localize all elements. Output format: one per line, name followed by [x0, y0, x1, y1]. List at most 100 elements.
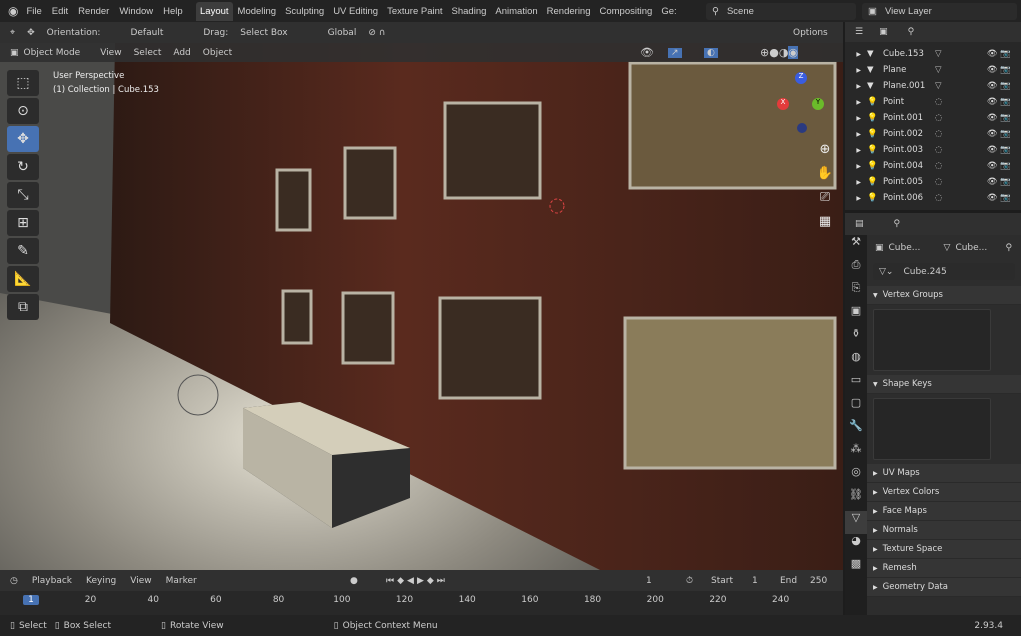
modifier-tab-icon[interactable]: 🔧 [845, 419, 867, 442]
camera-icon[interactable]: ⎚ [815, 186, 835, 210]
eye-icon[interactable]: 👁 [987, 145, 998, 155]
expand-icon[interactable]: ▶ [845, 83, 867, 90]
menu-add[interactable]: Add [173, 48, 190, 58]
render-tab-icon[interactable]: ⎙ [845, 258, 867, 281]
camera-icon[interactable]: 📷 [1000, 161, 1011, 171]
eye-icon[interactable]: 👁 [987, 177, 998, 187]
expand-icon[interactable]: ▶ [845, 195, 867, 202]
tab-rendering[interactable]: Rendering [543, 2, 595, 21]
current-frame-field[interactable]: 1 [646, 576, 652, 586]
collection-tab-icon[interactable]: ▭ [845, 373, 867, 396]
object-name[interactable]: Cube... [889, 243, 944, 253]
zoom-icon[interactable]: ⊕ [815, 138, 835, 162]
vertex-groups-list[interactable] [873, 309, 991, 371]
tool-tab-icon[interactable]: ⚒ [845, 235, 867, 258]
data-name[interactable]: Cube... [955, 243, 1005, 253]
transform-pivot-icon[interactable]: ⌖ [10, 28, 15, 38]
snap-icon[interactable]: ⊘ ∩ [368, 28, 385, 38]
outliner-item[interactable]: ▶ 💡 Point.001 ◌ 👁 📷 [845, 110, 1021, 126]
outliner-item[interactable]: ▶ 💡 Point.003 ◌ 👁 📷 [845, 142, 1021, 158]
record-icon[interactable]: ● [350, 576, 358, 586]
expand-icon[interactable]: ▶ [845, 163, 867, 170]
shape-keys-list[interactable] [873, 398, 991, 460]
particles-tab-icon[interactable]: ⁂ [845, 442, 867, 465]
mode-dropdown[interactable]: Object Mode [24, 48, 81, 58]
camera-icon[interactable]: 📷 [1000, 177, 1011, 187]
tab-layout[interactable]: Layout [196, 1, 233, 21]
search-icon[interactable]: ⚲ [908, 27, 915, 37]
eye-icon[interactable]: 👁 [987, 81, 998, 91]
camera-icon[interactable]: 📷 [1000, 65, 1011, 75]
tab-modeling[interactable]: Modeling [234, 2, 281, 21]
scene-tab-icon[interactable]: ⚱ [845, 327, 867, 350]
overlay-toggle-icon[interactable]: ◐ [704, 47, 718, 58]
filter-icon[interactable]: ▣ [879, 27, 888, 37]
menu-view[interactable]: View [100, 48, 121, 58]
tab-shading[interactable]: Shading [448, 2, 491, 21]
camera-icon[interactable]: 📷 [1000, 193, 1011, 203]
scene-selector[interactable]: ⚲ Scene [706, 3, 856, 20]
cursor-tool-icon[interactable]: ⊙ [7, 98, 39, 124]
output-tab-icon[interactable]: ⎘ [845, 281, 867, 304]
3d-viewport[interactable]: User Perspective (1) Collection | Cube.1… [0, 43, 843, 570]
tab-sculpting[interactable]: Sculpting [281, 2, 328, 21]
eye-icon[interactable]: 👁 [987, 161, 998, 171]
mesh-data-tab-icon[interactable]: ▽ [845, 511, 867, 534]
menu-view[interactable]: View [130, 576, 151, 586]
expand-icon[interactable]: ▶ [845, 147, 867, 154]
menu-object[interactable]: Object [203, 48, 232, 58]
pin-icon[interactable]: ⚲ [1005, 243, 1012, 253]
navigation-gizmo[interactable]: Z X Y [770, 71, 830, 133]
camera-icon[interactable]: 📷 [1000, 97, 1011, 107]
start-frame-field[interactable]: 1 [752, 576, 758, 586]
panel-collapsed[interactable]: ▶ Texture Space [867, 540, 1021, 559]
view-layer-selector[interactable]: ▣ View Layer [862, 3, 1017, 20]
select-tool-icon[interactable]: ⬚ [7, 70, 39, 96]
panel-collapsed[interactable]: ▶ Geometry Data [867, 578, 1021, 597]
outliner-item[interactable]: ▶ ▼ Plane.001 ▽ 👁 📷 [845, 78, 1021, 94]
annotate-tool-icon[interactable]: ✎ [7, 238, 39, 264]
menu-select[interactable]: Select [134, 48, 162, 58]
expand-icon[interactable]: ▶ [845, 51, 867, 58]
world-tab-icon[interactable]: ◍ [845, 350, 867, 373]
material-tab-icon[interactable]: ◕ [845, 534, 867, 557]
options-dropdown[interactable]: Options [793, 28, 828, 38]
menu-keying[interactable]: Keying [86, 576, 116, 586]
outliner-item[interactable]: ▶ 💡 Point.006 ◌ 👁 📷 [845, 190, 1021, 206]
tab-compositing[interactable]: Compositing [596, 2, 657, 21]
panel-collapsed[interactable]: ▶ Face Maps [867, 502, 1021, 521]
display-mode-icon[interactable]: ☰ [855, 27, 863, 37]
outliner-item[interactable]: ▶ ▼ Cube.153 ▽ 👁 📷 [845, 46, 1021, 62]
outliner-item[interactable]: ▶ ▼ Plane ▽ 👁 📷 [845, 62, 1021, 78]
menu-file[interactable]: File [26, 6, 41, 17]
grid-ortho-icon[interactable]: ▦ [815, 210, 835, 234]
menu-edit[interactable]: Edit [52, 6, 68, 17]
stopwatch-icon[interactable]: ⏱ [686, 576, 693, 586]
tab-more[interactable]: Ge: [657, 2, 680, 21]
transform-orientation-dropdown[interactable]: Global [328, 28, 357, 38]
camera-icon[interactable]: 📷 [1000, 113, 1011, 123]
eye-icon[interactable]: 👁 [987, 97, 998, 107]
camera-icon[interactable]: 📷 [1000, 81, 1011, 91]
expand-icon[interactable]: ▶ [845, 67, 867, 74]
visibility-icon[interactable]: 👁 [640, 46, 654, 59]
panel-collapsed[interactable]: ▶ Normals [867, 521, 1021, 540]
texture-tab-icon[interactable]: ▩ [845, 557, 867, 580]
transform-tool-icon[interactable]: ⊞ [7, 210, 39, 236]
playback-controls-icon[interactable]: ⏮◆◀▶◆⏭ [386, 576, 448, 586]
expand-icon[interactable]: ▶ [845, 131, 867, 138]
panel-collapsed[interactable]: ▶ Vertex Colors [867, 483, 1021, 502]
panel-vertex-groups[interactable]: ▼ Vertex Groups [867, 286, 1021, 305]
eye-icon[interactable]: 👁 [987, 65, 998, 75]
camera-icon[interactable]: 📷 [1000, 129, 1011, 139]
menu-help[interactable]: Help [163, 6, 183, 17]
search-icon[interactable]: ⚲ [894, 219, 901, 229]
eye-icon[interactable]: 👁 [987, 49, 998, 59]
end-frame-field[interactable]: 250 [810, 576, 827, 586]
menu-marker[interactable]: Marker [166, 576, 197, 586]
expand-icon[interactable]: ▶ [845, 115, 867, 122]
eye-icon[interactable]: 👁 [987, 113, 998, 123]
rotate-tool-icon[interactable]: ↻ [7, 154, 39, 180]
menu-window[interactable]: Window [119, 6, 153, 17]
scale-tool-icon[interactable]: ⤡ [7, 182, 39, 208]
